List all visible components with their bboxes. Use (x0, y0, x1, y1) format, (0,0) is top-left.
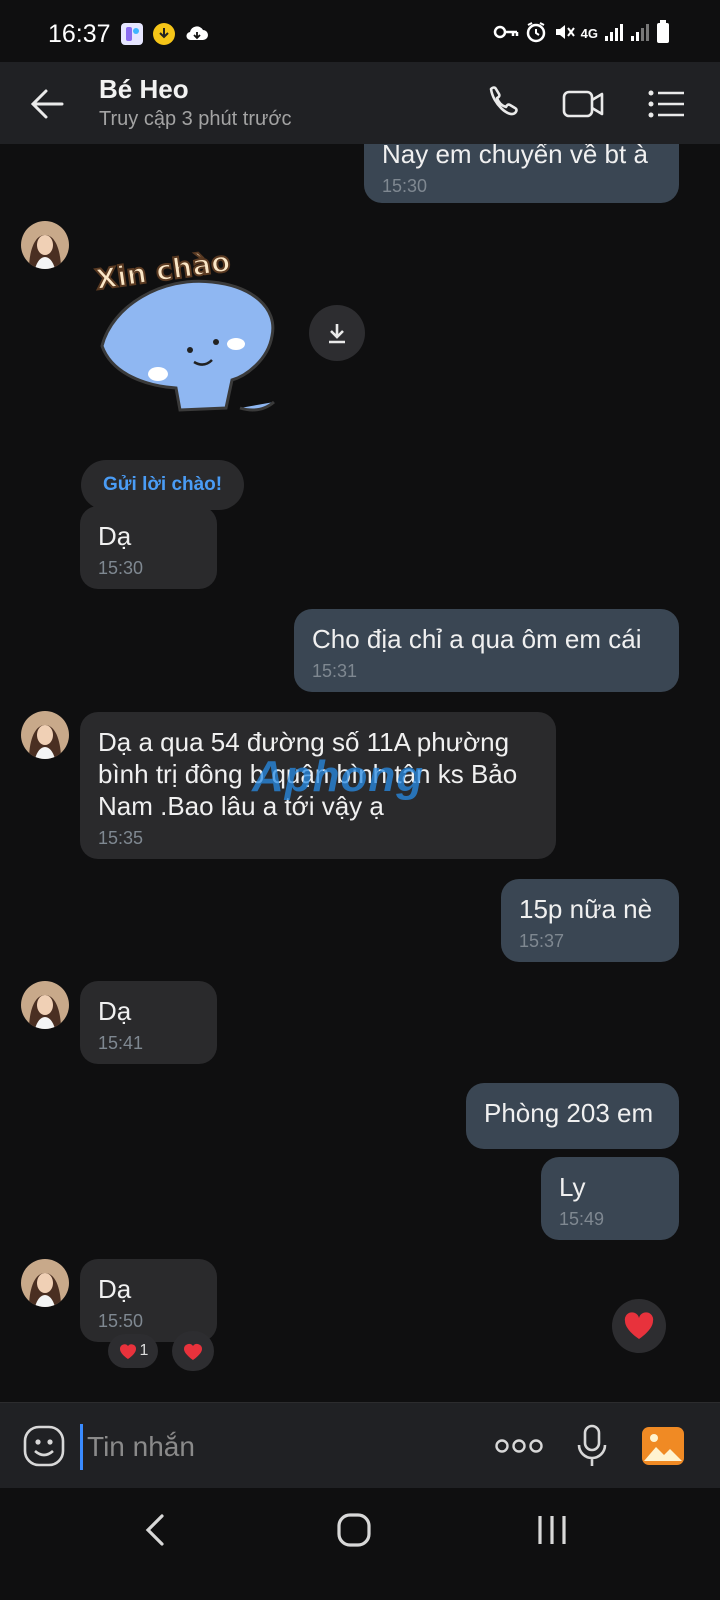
sticker-xin-chao[interactable]: Xin chào (90, 238, 290, 428)
reaction-summary[interactable]: 1 (108, 1334, 158, 1368)
status-bar: 16:37 4G (0, 0, 720, 62)
contact-avatar[interactable] (21, 981, 69, 1029)
message-text: 15p nữa nè (519, 894, 653, 924)
message-text: Ly (559, 1172, 586, 1202)
network-type: 4G (580, 26, 598, 41)
phone-icon (489, 86, 518, 116)
app-notification-icon (120, 22, 144, 51)
sticker-emoji-icon (23, 1425, 65, 1467)
signal-icon (604, 22, 624, 45)
send-greeting-button[interactable]: Gửi lời chào! (81, 460, 245, 510)
voice-message-button[interactable] (574, 1423, 610, 1474)
avatar-image (21, 1259, 69, 1307)
message-composer (0, 1402, 720, 1489)
video-icon (562, 90, 604, 118)
nav-home-icon (337, 1513, 371, 1547)
message-bubble-outgoing[interactable]: 15p nữa nè 15:37 (501, 879, 679, 962)
heart-icon (624, 1312, 654, 1339)
reaction-count: 1 (139, 1342, 149, 1359)
avatar-image (21, 221, 69, 269)
message-bubble-outgoing[interactable]: Cho địa chỉ a qua ôm em cái 15:31 (294, 609, 679, 692)
video-call-button-overlay[interactable] (560, 80, 608, 128)
download-sticker-button[interactable] (309, 305, 365, 361)
avatar-image (21, 711, 69, 759)
send-greeting-label: Gửi lời chào! (103, 474, 223, 495)
battery-icon (656, 20, 670, 47)
nav-back-button[interactable] (136, 1510, 176, 1555)
nav-recents-icon (538, 1516, 566, 1544)
message-text: Phòng 203 em (484, 1098, 654, 1128)
message-time: 15:37 (519, 931, 565, 951)
message-time: 15:30 (382, 176, 428, 196)
cloud-sync-icon (184, 22, 210, 51)
mute-icon (553, 21, 575, 46)
back-button-overlay[interactable] (26, 82, 70, 131)
vpn-key-icon (493, 22, 519, 45)
quick-react-heart-button[interactable] (612, 1299, 666, 1353)
message-input[interactable] (80, 1424, 479, 1470)
heart-icon (119, 1344, 136, 1359)
message-bubble-outgoing[interactable]: Ly 15:49 (541, 1157, 679, 1240)
my-reaction-chip[interactable] (172, 1331, 214, 1371)
message-bubble-outgoing[interactable]: Phòng 203 em (466, 1083, 679, 1149)
message-bubble-incoming[interactable]: Dạ 15:50 (80, 1259, 217, 1342)
contact-name-overlay[interactable]: Bé Heo (99, 74, 189, 105)
message-text: Dạ (98, 1274, 132, 1304)
heart-icon (184, 1344, 202, 1360)
message-time: 15:49 (559, 1209, 605, 1229)
avatar-image (21, 981, 69, 1029)
signal-icon-2 (630, 22, 650, 45)
message-time: 15:31 (312, 661, 358, 681)
contact-last-seen-overlay: Truy cập 3 phút trước (99, 108, 292, 130)
message-text: Cho địa chỉ a qua ôm em cái (312, 624, 642, 654)
emoji-button[interactable] (22, 1424, 66, 1473)
nav-home-button[interactable] (334, 1510, 374, 1555)
notification-icons (120, 22, 210, 51)
sticker-image: Xin chào (92, 244, 275, 412)
nav-back-icon (145, 1514, 164, 1546)
message-time: 15:41 (98, 1033, 144, 1053)
microphone-icon (577, 1424, 607, 1466)
message-bubble-incoming[interactable]: Dạ 15:30 (80, 506, 217, 589)
contact-avatar[interactable] (21, 1259, 69, 1307)
image-gallery-icon (642, 1427, 684, 1465)
menu-list-icon (648, 90, 684, 118)
message-time: 15:30 (98, 558, 144, 578)
back-arrow-icon (30, 89, 64, 119)
alarm-icon (525, 21, 547, 46)
system-icons: 4G (493, 20, 670, 47)
message-text: Dạ (98, 521, 132, 551)
watermark-logo: Aphong (252, 752, 425, 801)
call-button-overlay[interactable] (479, 80, 527, 128)
system-nav-bar (0, 1488, 720, 1600)
chat-options-button-overlay[interactable] (643, 80, 691, 128)
contact-avatar[interactable] (21, 711, 69, 759)
message-bubble-incoming[interactable]: Dạ 15:41 (80, 981, 217, 1064)
message-text: Dạ (98, 996, 132, 1026)
more-dots-icon (495, 1439, 543, 1453)
contact-avatar[interactable] (21, 221, 69, 269)
download-icon (329, 324, 345, 344)
gallery-button[interactable] (640, 1423, 686, 1474)
status-time: 16:37 (48, 20, 111, 48)
message-time: 15:50 (98, 1311, 144, 1331)
nav-recents-button[interactable] (532, 1510, 572, 1555)
more-options-button[interactable] (494, 1432, 544, 1465)
download-notification-icon (152, 22, 176, 51)
message-time: 15:35 (98, 828, 144, 848)
